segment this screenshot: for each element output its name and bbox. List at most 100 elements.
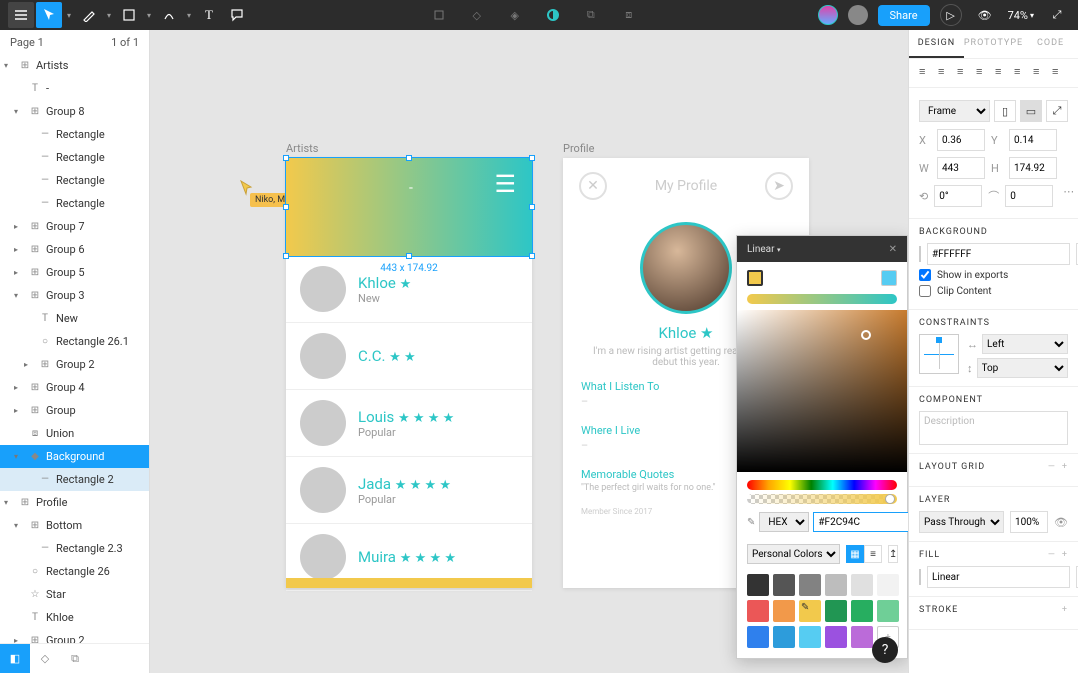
align-center-v-icon[interactable]: ≡ [995,65,1011,81]
tab-code[interactable]: CODE [1023,30,1078,58]
swatch[interactable] [747,574,769,596]
shape-tool[interactable] [116,2,142,28]
tab-design[interactable]: DESIGN [909,30,964,58]
layer-row[interactable]: —Rectangle [0,192,149,215]
boolean-icon[interactable] [540,2,566,28]
more-icon[interactable]: ⋯ [1063,185,1074,207]
layer-row[interactable]: ▾⊞Profile [0,491,149,514]
w-input[interactable] [937,157,985,179]
h-input[interactable] [1009,157,1057,179]
alpha-slider[interactable] [747,494,897,504]
gradient-bar[interactable] [747,294,897,304]
layer-row[interactable]: ▾⊞Artists [0,54,149,77]
add-fill-icon[interactable]: + [1062,550,1068,560]
layer-row[interactable]: ○Rectangle 26 [0,560,149,583]
component-description[interactable]: Description [919,411,1068,445]
swatch[interactable] [773,626,795,648]
distribute-v-icon[interactable]: ≡ [1052,65,1068,81]
swatch[interactable] [825,600,847,622]
show-exports-checkbox[interactable] [919,269,931,281]
layer-row[interactable]: ▸⊞Group 6 [0,238,149,261]
blend-mode-select[interactable]: Pass Through [919,511,1004,533]
comment-tool[interactable] [224,2,250,28]
constraint-v-select[interactable]: Top [977,358,1069,378]
share-icon[interactable]: ➤ [765,172,793,200]
layer-row[interactable]: —Rectangle 2.3 [0,537,149,560]
bg-color-chip[interactable] [919,246,921,262]
expand-icon[interactable]: ⤢ [1044,2,1070,28]
swatch[interactable] [825,574,847,596]
hue-slider[interactable] [747,480,897,490]
sort-icon[interactable]: ↥ [888,545,898,563]
clip-content-checkbox[interactable] [919,285,931,297]
swatch[interactable] [799,626,821,648]
layer-row[interactable]: TKhloe [0,606,149,629]
move-tool[interactable] [36,2,62,28]
remove-grid-icon[interactable]: — [1048,462,1056,472]
pen-tool[interactable] [76,2,102,28]
layer-row[interactable]: ▸⊞Group 2 [0,353,149,376]
align-top-icon[interactable]: ≡ [976,65,992,81]
artboard-artists[interactable]: ☰ - 443 x 174.92 Khloe ★NewC.C. ★ ★Louis… [286,158,532,588]
view-icon[interactable]: 👁 [972,2,998,28]
union-icon[interactable]: ⧉ [578,2,604,28]
gradient-stop-2[interactable] [881,270,897,286]
orientation-landscape[interactable]: ▭ [1020,100,1042,122]
swatch[interactable] [825,626,847,648]
saturation-box[interactable] [737,310,907,472]
close-popover-icon[interactable]: ✕ [889,244,897,255]
layer-row[interactable]: ▸⊞Group [0,399,149,422]
page-header[interactable]: Page 1 1 of 1 [0,30,149,54]
gradient-type[interactable]: Linear ▾ [747,244,780,255]
layer-row[interactable]: ⧈Union [0,422,149,445]
swatch[interactable] [799,574,821,596]
bg-hex-input[interactable] [927,243,1070,265]
vector-tool[interactable] [156,2,182,28]
frame-tool-icon[interactable] [426,2,452,28]
crop-icon[interactable]: ⧈ [616,2,642,28]
selected-gradient-header[interactable]: ☰ - 443 x 174.92 [286,158,532,256]
layer-row[interactable]: —Rectangle 2 [0,468,149,491]
layer-visibility-icon[interactable]: 👁 [1054,516,1068,529]
zoom-level[interactable]: 74% ▾ [1008,9,1034,22]
layer-row[interactable]: —Rectangle [0,169,149,192]
gradient-stop-1[interactable] [747,270,763,286]
align-left-icon[interactable]: ≡ [919,65,935,81]
rotate-input[interactable] [934,185,982,207]
layer-row[interactable]: ▾⊞Group 3 [0,284,149,307]
layers-tab-icon[interactable]: ◧ [0,644,30,673]
fill-chip[interactable] [919,569,921,585]
canvas[interactable]: Artists Profile Niko, Marketing ☰ - 443 … [150,30,908,673]
swatch[interactable] [851,626,873,648]
layer-row[interactable]: TNew [0,307,149,330]
close-icon[interactable]: ✕ [579,172,607,200]
component-icon[interactable]: ◇ [464,2,490,28]
move-tool-chevron[interactable]: ▾ [64,11,74,20]
share-button[interactable]: Share [878,5,930,26]
user-avatar-2[interactable] [848,5,868,25]
y-input[interactable] [1009,129,1057,151]
swatch[interactable] [773,600,795,622]
constraint-h-select[interactable]: Left [982,334,1068,354]
frame-preset-select[interactable]: Frame [919,100,990,122]
help-button[interactable]: ? [872,637,898,663]
vector-tool-chevron[interactable]: ▾ [184,11,194,20]
constraints-widget[interactable] [919,334,959,374]
fill-type-input[interactable] [927,566,1070,588]
x-input[interactable] [937,129,985,151]
swatch[interactable] [877,574,899,596]
add-stroke-icon[interactable]: + [1062,605,1068,615]
book-tab-icon[interactable]: ⧉ [60,644,90,673]
layer-row[interactable]: ▸⊞Group 5 [0,261,149,284]
layer-row[interactable]: ☆Star [0,583,149,606]
layer-row[interactable]: —Rectangle [0,146,149,169]
swatch[interactable] [851,600,873,622]
pen-tool-chevron[interactable]: ▾ [104,11,114,20]
layer-row[interactable]: ▸⊞Group 2 [0,629,149,643]
layer-row[interactable]: ▸⊞Group 7 [0,215,149,238]
swatch[interactable] [747,600,769,622]
align-right-icon[interactable]: ≡ [957,65,973,81]
swatch[interactable] [877,600,899,622]
align-center-h-icon[interactable]: ≡ [938,65,954,81]
layer-row[interactable]: ○Rectangle 26.1 [0,330,149,353]
